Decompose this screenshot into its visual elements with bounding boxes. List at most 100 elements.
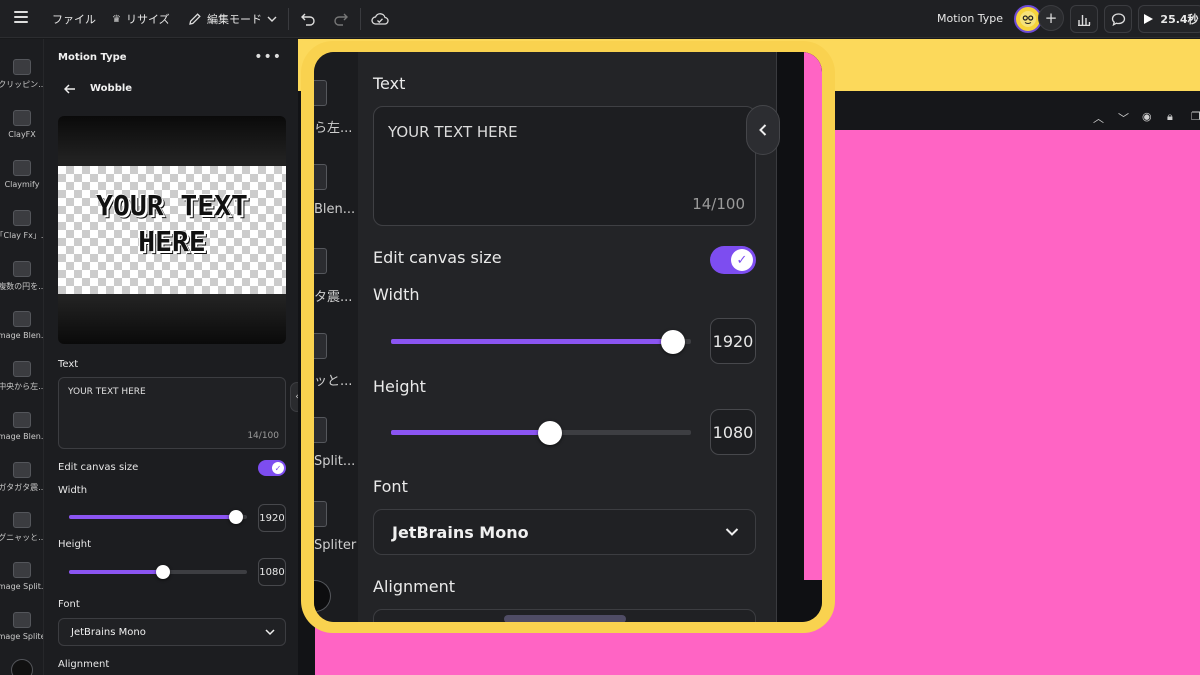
rail-item[interactable] <box>0 659 43 675</box>
rail-item[interactable]: 中央から左... <box>0 361 43 392</box>
canvas-size-label: Edit canvas size <box>58 462 139 473</box>
rail-item-label: ClayFX <box>8 130 36 139</box>
play-button[interactable]: 25.4秒 <box>1138 5 1200 33</box>
thumbnail-image <box>13 412 31 428</box>
width-input[interactable]: 1920 <box>258 504 286 532</box>
check-icon: ✓ <box>272 462 284 474</box>
width-input[interactable]: 1920 <box>710 318 756 364</box>
comment-button[interactable] <box>1104 5 1132 33</box>
menu-icon[interactable] <box>14 11 28 23</box>
cloud-save-icon[interactable] <box>370 9 390 29</box>
width-slider[interactable] <box>391 329 691 354</box>
zoom-callout: ら左... Blen... タ震... ッと... Split... Split… <box>301 41 835 633</box>
width-slider-thumb[interactable] <box>661 329 685 354</box>
more-options-icon[interactable]: ••• <box>254 49 282 65</box>
rail-item-label: Split... <box>314 454 356 469</box>
app-rail: クリッピン... ClayFX Claymify 「Clay Fx」... 複数… <box>0 39 44 675</box>
rail-item-label: ッと... <box>314 374 353 389</box>
width-slider-fill <box>69 515 237 519</box>
rail-item-label: Image Blen... <box>0 331 44 340</box>
undo-icon[interactable] <box>298 9 318 29</box>
chevron-down-icon <box>267 16 277 22</box>
rail-item-label: Image Blen... <box>0 432 44 441</box>
rail-item-label: Spliter <box>314 538 357 553</box>
height-slider-thumb[interactable] <box>156 565 171 579</box>
back-navigation[interactable]: Wobble <box>64 83 132 94</box>
width-slider-thumb[interactable] <box>229 510 244 524</box>
font-label: Font <box>58 599 80 610</box>
insights-button[interactable] <box>1070 5 1098 33</box>
rail-item-label: ガタガタ震... <box>0 483 44 492</box>
redo-icon[interactable] <box>331 9 351 29</box>
rail-item-label: Blen... <box>314 202 356 217</box>
chevron-down-icon <box>725 528 739 536</box>
thumbnail-image <box>314 248 327 274</box>
canvas-size-toggle[interactable]: ✓ <box>710 246 756 274</box>
edit-mode-dropdown[interactable]: 編集モード <box>188 11 277 27</box>
resize-button[interactable]: ♛ リサイズ <box>112 11 170 27</box>
width-slider[interactable] <box>69 510 247 524</box>
thumbnail-image <box>13 261 31 277</box>
rail-item[interactable]: 複数の円を... <box>0 261 43 292</box>
alignment-label: Alignment <box>373 577 455 596</box>
file-menu[interactable]: ファイル <box>52 11 96 27</box>
duplicate-icon[interactable]: ❐ <box>1191 110 1200 123</box>
rail-item-label: グニャッと... <box>0 533 44 542</box>
lock-icon[interactable]: 🔒︎ <box>1167 110 1173 124</box>
chevron-up-icon[interactable]: ︿ <box>1093 110 1104 126</box>
character-count: 14/100 <box>247 431 279 441</box>
text-input-value: YOUR TEXT HERE <box>388 123 518 141</box>
document-title[interactable]: Motion Type <box>937 12 1003 25</box>
height-slider-thumb[interactable] <box>538 420 562 445</box>
thumbnail-image <box>314 501 327 527</box>
rail-item-label: Image Spliter <box>0 632 43 641</box>
eye-icon[interactable]: ◉ <box>1142 110 1152 123</box>
rail-item[interactable]: Claymify <box>0 160 43 189</box>
text-label: Text <box>58 359 79 370</box>
height-input[interactable]: 1080 <box>258 558 286 586</box>
rail-item[interactable]: 「Clay Fx」... <box>0 210 44 241</box>
scrollbar-thumb[interactable] <box>504 615 626 622</box>
height-slider-fill <box>391 430 550 435</box>
font-select[interactable]: JetBrains Mono <box>373 509 756 555</box>
rail-item-label: Image Split... <box>0 582 44 591</box>
arrow-left-icon <box>64 83 75 94</box>
rail-item[interactable]: Image Blen... <box>0 412 44 441</box>
add-collaborator-button[interactable]: + <box>1038 5 1064 31</box>
effect-title: Wobble <box>90 83 133 94</box>
height-slider[interactable] <box>391 420 691 445</box>
canvas-size-label: Edit canvas size <box>373 248 502 267</box>
toolbar-divider <box>288 8 289 30</box>
collapse-panel-button[interactable] <box>746 105 780 155</box>
rail-item[interactable]: Image Spliter <box>0 612 43 641</box>
rail-item[interactable]: ガタガタ震... <box>0 462 44 493</box>
text-input[interactable]: YOUR TEXT HERE 14/100 <box>373 106 756 226</box>
rail-item[interactable]: ClayFX <box>0 110 43 139</box>
chevron-left-icon <box>759 124 767 136</box>
thumbnail-image <box>13 612 31 628</box>
thumbnail-image <box>13 512 31 528</box>
thumbnail-image <box>314 164 327 190</box>
height-slider[interactable] <box>69 565 247 579</box>
text-input[interactable]: YOUR TEXT HERE 14/100 <box>58 377 286 449</box>
font-select[interactable]: JetBrains Mono <box>58 618 286 646</box>
chevron-down-icon[interactable]: ﹀ <box>1118 110 1129 126</box>
pencil-icon <box>189 13 201 25</box>
height-label: Height <box>373 377 426 396</box>
thumbnail-image <box>11 659 33 675</box>
rail-item[interactable]: Image Split... <box>0 562 44 591</box>
text-input-value: YOUR TEXT HERE <box>68 387 146 397</box>
rail-item[interactable]: グニャッと... <box>0 512 44 543</box>
crown-icon: ♛ <box>112 13 121 25</box>
rail-item[interactable]: Image Blen... <box>0 311 44 340</box>
rail-item-label: 「Clay Fx」... <box>0 231 44 240</box>
zoomed-rail: ら左... Blen... タ震... ッと... Split... Split… <box>314 52 358 622</box>
plus-icon: + <box>1044 9 1058 27</box>
zoomed-canvas-page <box>804 52 822 580</box>
effect-preview: YOUR TEXT HERE <box>58 116 286 344</box>
thumbnail-image <box>13 110 31 126</box>
rail-item[interactable]: クリッピン... <box>0 59 43 90</box>
canvas-size-toggle[interactable]: ✓ <box>258 460 286 476</box>
thumbnail-image <box>13 562 31 578</box>
height-input[interactable]: 1080 <box>710 409 756 455</box>
